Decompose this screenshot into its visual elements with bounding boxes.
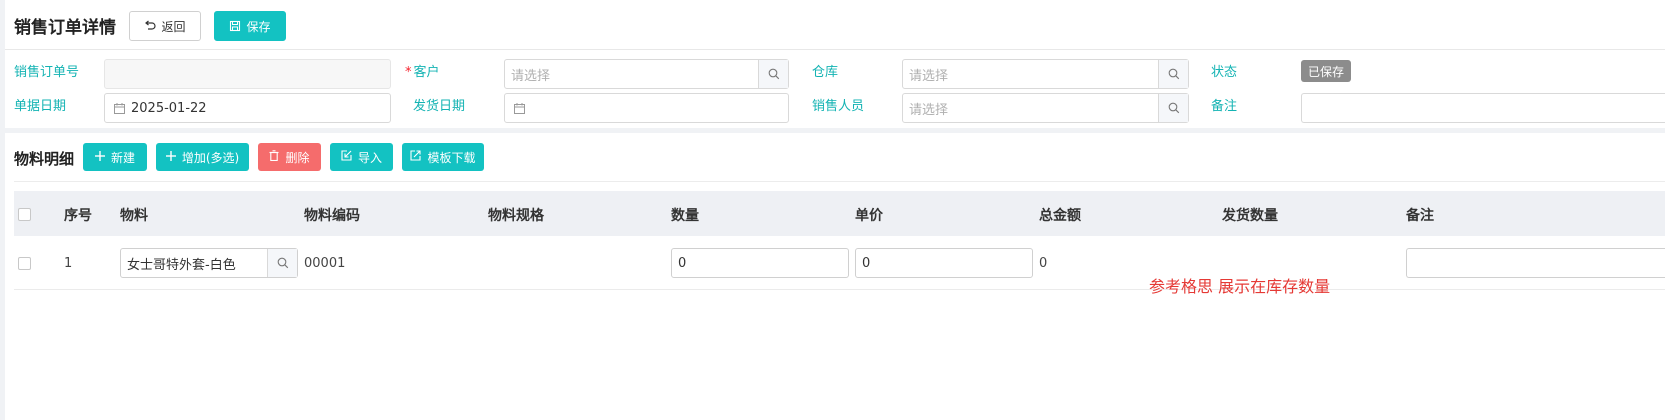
order-no-field [104, 59, 391, 89]
calendar-icon [105, 102, 131, 114]
plus-icon [94, 150, 105, 164]
status-badge: 已保存 [1301, 60, 1352, 82]
salesperson-placeholder: 请选择 [909, 102, 949, 118]
import-button[interactable]: 导入 [330, 143, 393, 171]
warehouse-select[interactable]: 请选择 [902, 59, 1189, 89]
plus-icon [165, 150, 176, 164]
page-title: 销售订单详情 [14, 18, 116, 38]
row-checkbox[interactable] [18, 257, 31, 270]
qty-value: 0 [678, 255, 687, 271]
salesperson-label: 销售人员 [812, 99, 865, 114]
row-seq: 1 [64, 256, 73, 271]
col-spec: 物料规格 [488, 208, 544, 224]
warehouse-label: 仓库 [812, 65, 839, 80]
template-download-button[interactable]: 模板下载 [402, 143, 484, 171]
back-button-label: 返回 [161, 19, 186, 34]
delete-button[interactable]: 删除 [258, 143, 321, 171]
price-value: 0 [862, 255, 871, 271]
doc-date-label: 单据日期 [14, 99, 67, 114]
add-multi-button-label: 增加(多选) [181, 150, 240, 165]
select-all-checkbox[interactable] [18, 208, 31, 221]
col-ship-qty: 发货数量 [1222, 208, 1278, 224]
back-button[interactable]: 返回 [129, 11, 201, 41]
table-row: 1 女士哥特外套-白色 00001 0 0 0 [14, 237, 1665, 290]
save-icon [229, 20, 241, 32]
import-button-label: 导入 [357, 150, 382, 165]
col-seq: 序号 [64, 208, 92, 224]
price-input[interactable]: 0 [855, 248, 1033, 278]
order-form: 销售订单号 *客户 请选择 仓库 请选择 状态 单据日期 2025-01-22 [5, 51, 1665, 129]
col-code: 物料编码 [304, 208, 360, 224]
details-title: 物料明细 [14, 150, 75, 168]
undo-icon [144, 20, 157, 32]
search-icon[interactable] [1158, 94, 1188, 122]
calendar-icon [505, 102, 531, 114]
template-download-button-label: 模板下载 [427, 150, 476, 165]
order-no-label: 销售订单号 [14, 65, 80, 80]
warehouse-placeholder: 请选择 [909, 68, 949, 84]
required-mark: * [405, 65, 412, 80]
qty-input[interactable]: 0 [671, 248, 849, 278]
col-material: 物料 [120, 208, 148, 224]
material-value: 女士哥特外套-白色 [127, 257, 236, 273]
customer-label: * 客户 [405, 61, 440, 80]
customer-label-text: 客户 [413, 65, 440, 80]
customer-select[interactable]: 请选择 [504, 59, 789, 89]
ship-date-picker[interactable] [504, 93, 789, 123]
row-remark-input[interactable] [1406, 248, 1665, 278]
remark-label: 备注 [1211, 99, 1238, 114]
salesperson-select[interactable]: 请选择 [902, 93, 1189, 123]
col-remark: 备注 [1406, 208, 1434, 224]
search-icon[interactable] [1158, 60, 1188, 88]
row-total: 0 [1039, 256, 1048, 271]
delete-button-label: 删除 [285, 150, 310, 165]
search-icon[interactable] [267, 249, 297, 277]
page: 销售订单详情 返回 保存 销售订单号 * 客户 请选择 仓库 请选择 状态 单据… [5, 0, 1665, 420]
col-qty: 数量 [671, 208, 699, 224]
annotation-note: 参考格思 展示在库存数量 [1149, 277, 1331, 296]
trash-icon [269, 150, 279, 164]
customer-placeholder: 请选择 [511, 68, 551, 84]
section-line [14, 181, 1665, 182]
save-button-label: 保存 [246, 19, 271, 34]
new-button[interactable]: 新建 [83, 143, 147, 171]
col-total: 总金额 [1039, 208, 1081, 224]
search-icon[interactable] [758, 60, 788, 88]
material-select[interactable]: 女士哥特外套-白色 [120, 248, 298, 278]
new-button-label: 新建 [110, 150, 135, 165]
import-icon [341, 150, 352, 164]
doc-date-picker[interactable]: 2025-01-22 [104, 93, 391, 123]
ship-date-label: 发货日期 [413, 99, 466, 114]
export-icon [410, 150, 422, 164]
table-header: 序号 物料 物料编码 物料规格 数量 单价 总金额 发货数量 备注 [14, 191, 1665, 236]
col-price: 单价 [855, 208, 883, 224]
page-header: 销售订单详情 返回 保存 [5, 0, 1665, 50]
row-code: 00001 [304, 256, 346, 271]
remark-input[interactable] [1301, 93, 1665, 123]
section-divider [5, 128, 1665, 133]
status-label: 状态 [1211, 65, 1238, 80]
doc-date-value: 2025-01-22 [131, 100, 207, 116]
add-multi-button[interactable]: 增加(多选) [156, 143, 249, 171]
save-button[interactable]: 保存 [214, 11, 286, 41]
